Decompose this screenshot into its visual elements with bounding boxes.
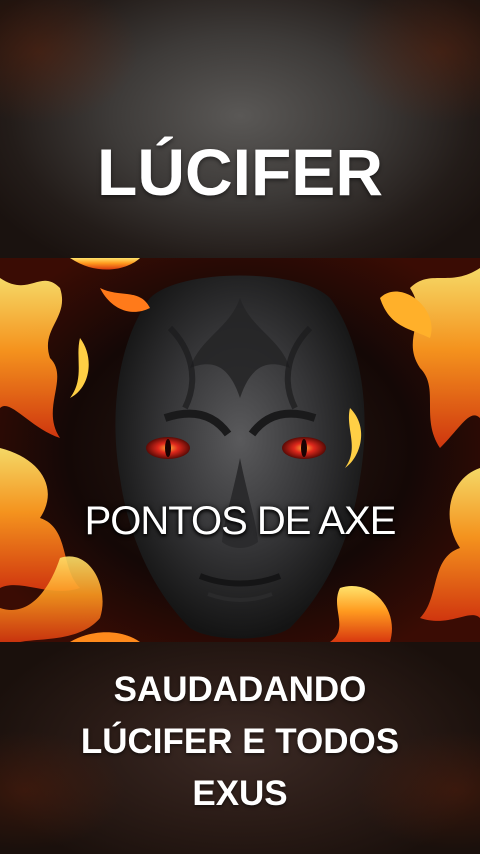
top-banner xyxy=(0,0,480,258)
artwork-image xyxy=(0,258,480,642)
flaming-demon-face-illustration xyxy=(0,258,480,642)
subtitle-line-2: LÚCIFER E TODOS xyxy=(80,722,400,761)
subtitle-line-3: EXUS xyxy=(192,774,288,813)
artwork-caption: PONTOS DE AXE xyxy=(84,499,397,543)
subtitle-line-1: SAUDADANDO xyxy=(113,670,367,709)
title-text: LÚCIFER xyxy=(97,135,383,209)
subtitle-text: SAUDADANDO LÚCIFER E TODOS EXUS xyxy=(0,664,480,820)
